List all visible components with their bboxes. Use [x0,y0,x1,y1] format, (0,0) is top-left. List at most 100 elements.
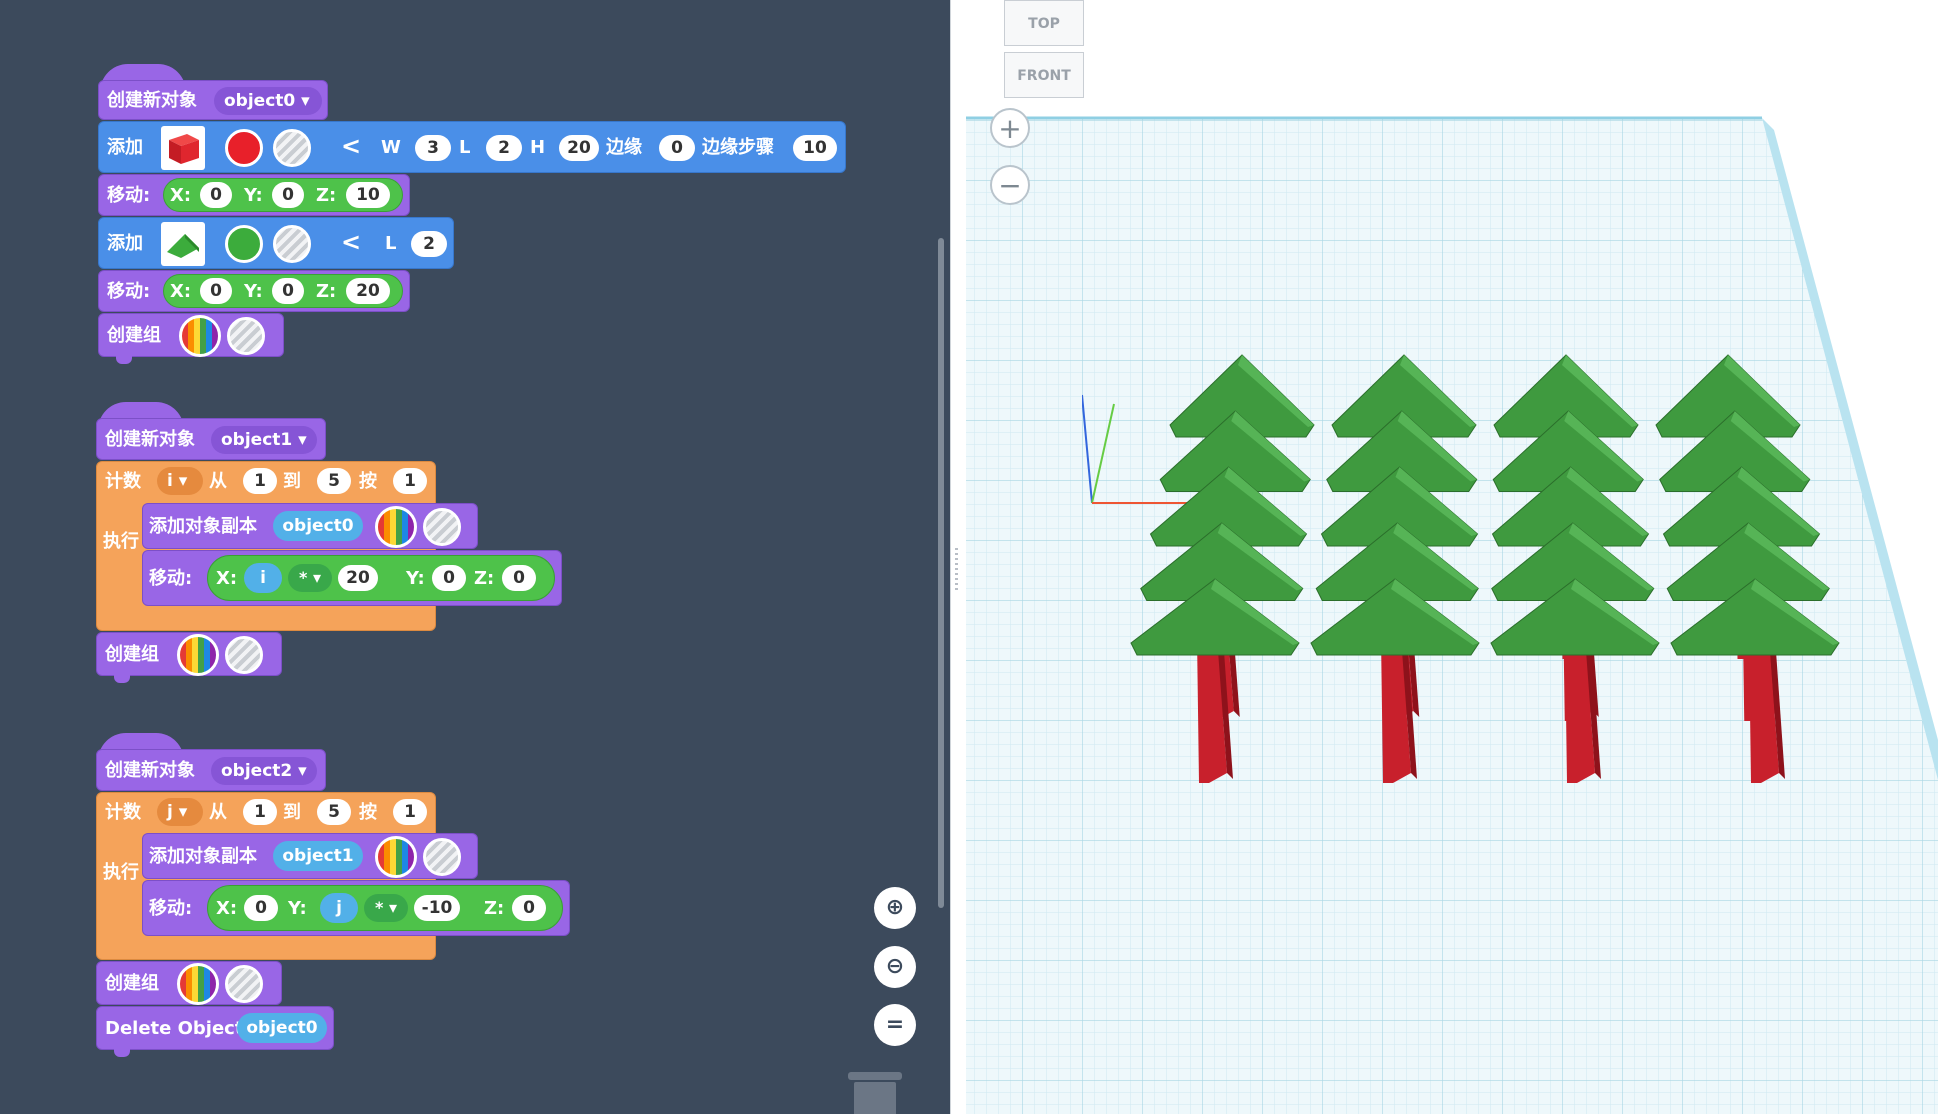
roof-shape-thumbnail[interactable] [161,222,205,266]
height-input[interactable]: 20 [559,135,599,161]
rainbow-color-picker[interactable] [177,634,219,676]
add-box-block[interactable]: 添加 < W 3 L 2 H 20 边缘 0 边缘步骤 10 [98,121,846,173]
operator-dropdown[interactable]: * ▾ [288,564,332,592]
coordinates-block[interactable]: X: i * ▾ 20 Y: 0 Z: 0 [207,555,555,601]
3d-viewport[interactable]: TOP FRONT + − [962,0,1938,1114]
move-label: 移动: [149,898,193,919]
create-object-block-object1[interactable]: 创建新对象 object1 ▾ [96,418,326,460]
length-input[interactable]: 2 [411,231,447,257]
z-input[interactable]: 10 [346,182,390,208]
block-editor[interactable]: 创建新对象 object0 ▾ 添加 < W 3 L 2 H 20 边缘 0 边… [0,0,950,1114]
length-input[interactable]: 2 [486,135,522,161]
operator-dropdown[interactable]: * ▾ [364,894,408,922]
edge-step-input[interactable]: 10 [793,135,837,161]
step-label: 按 [359,471,377,492]
add-copy-block[interactable]: 添加对象副本 object1 [142,833,478,879]
object-name-dropdown[interactable]: object2 ▾ [211,757,317,785]
rainbow-color-picker[interactable] [375,836,417,878]
rainbow-color-picker[interactable] [179,315,221,357]
move-block-1[interactable]: 移动: X: 0 Y: 0 Z: 10 [98,174,410,216]
color-picker-red[interactable] [225,129,263,167]
rainbow-color-picker[interactable] [177,963,219,1005]
from-input[interactable]: 1 [243,468,277,494]
length-label: L [459,137,471,158]
loop-var-i[interactable]: i [244,563,282,593]
object-name-dropdown[interactable]: object0 ▾ [214,87,322,115]
x-input[interactable]: 0 [200,278,232,304]
hole-toggle[interactable] [273,225,311,263]
loop-variable-dropdown[interactable]: j ▾ [157,798,203,826]
create-object-block-object0[interactable]: 创建新对象 object0 ▾ [98,80,328,120]
create-object-label: 创建新对象 [105,760,195,781]
hole-toggle[interactable] [423,838,461,876]
y-label: Y: [244,281,263,302]
z-input[interactable]: 20 [346,278,390,304]
collapse-chevron[interactable]: < [341,230,361,254]
add-roof-block[interactable]: 添加 < L 2 [98,217,454,269]
zoom-in-icon[interactable]: ⊕ [874,887,916,929]
move-block-j[interactable]: 移动: X: 0 Y: j * ▾ -10 Z: 0 [142,880,570,936]
edge-input[interactable]: 0 [659,135,695,161]
from-input[interactable]: 1 [243,799,277,825]
x-factor-input[interactable]: 20 [338,565,378,591]
create-object-label: 创建新对象 [107,90,197,111]
z-input[interactable]: 0 [502,565,536,591]
reset-zoom-icon[interactable]: = [874,1004,916,1046]
to-label: 到 [283,471,301,492]
from-label: 从 [209,471,227,492]
hole-toggle[interactable] [225,965,263,1003]
color-picker-green[interactable] [225,225,263,263]
delete-object-label: Delete Object [105,1018,244,1039]
y-factor-input[interactable]: -10 [414,895,460,921]
hole-toggle[interactable] [225,636,263,674]
loop-var-j[interactable]: j [320,893,358,923]
object-name-dropdown[interactable]: object1 ▾ [211,426,317,454]
step-label: 按 [359,802,377,823]
coordinates-block[interactable]: X: 0 Y: 0 Z: 10 [163,178,403,212]
count-label: 计数 [105,802,141,823]
add-copy-label: 添加对象副本 [149,516,257,537]
coordinates-block[interactable]: X: 0 Y: j * ▾ -10 Z: 0 [207,885,563,931]
delete-object-block[interactable]: Delete Object object0 [96,1006,334,1050]
edge-label: 边缘 [606,137,642,158]
hole-toggle[interactable] [227,317,265,355]
z-input[interactable]: 0 [512,895,546,921]
create-group-block[interactable]: 创建组 [96,632,282,676]
y-label: Y: [288,898,307,919]
width-input[interactable]: 3 [415,135,451,161]
box-shape-thumbnail[interactable] [161,126,205,170]
collapse-chevron[interactable]: < [341,134,361,158]
delete-object-var[interactable]: object0 [237,1013,327,1043]
y-input[interactable]: 0 [272,182,304,208]
y-input[interactable]: 0 [432,565,466,591]
x-input[interactable]: 0 [244,895,278,921]
move-label: 移动: [107,281,151,302]
to-input[interactable]: 5 [317,468,351,494]
loop-variable-dropdown[interactable]: i ▾ [157,467,203,495]
create-object-block-object2[interactable]: 创建新对象 object2 ▾ [96,749,326,791]
create-group-block[interactable]: 创建组 [96,961,282,1005]
copy-object-var[interactable]: object1 [273,841,363,871]
z-label: Z: [316,281,337,302]
add-copy-block[interactable]: 添加对象副本 object0 [142,503,478,549]
add-copy-label: 添加对象副本 [149,846,257,867]
trash-icon[interactable] [848,1072,902,1114]
coordinates-block[interactable]: X: 0 Y: 0 Z: 20 [163,274,403,308]
step-input[interactable]: 1 [393,468,427,494]
step-input[interactable]: 1 [393,799,427,825]
hole-toggle[interactable] [423,508,461,546]
zoom-out-icon[interactable]: ⊖ [874,946,916,988]
rainbow-color-picker[interactable] [375,506,417,548]
to-input[interactable]: 5 [317,799,351,825]
editor-scrollbar[interactable] [938,238,944,908]
x-input[interactable]: 0 [200,182,232,208]
z-label: Z: [316,185,337,206]
hole-toggle[interactable] [273,129,311,167]
y-input[interactable]: 0 [272,278,304,304]
copy-object-var[interactable]: object0 [273,511,363,541]
move-block-i[interactable]: 移动: X: i * ▾ 20 Y: 0 Z: 0 [142,550,562,606]
tree-array-model [1130,354,1840,783]
trash-lid [848,1072,902,1080]
move-block-2[interactable]: 移动: X: 0 Y: 0 Z: 20 [98,270,410,312]
create-group-block[interactable]: 创建组 [98,313,284,357]
